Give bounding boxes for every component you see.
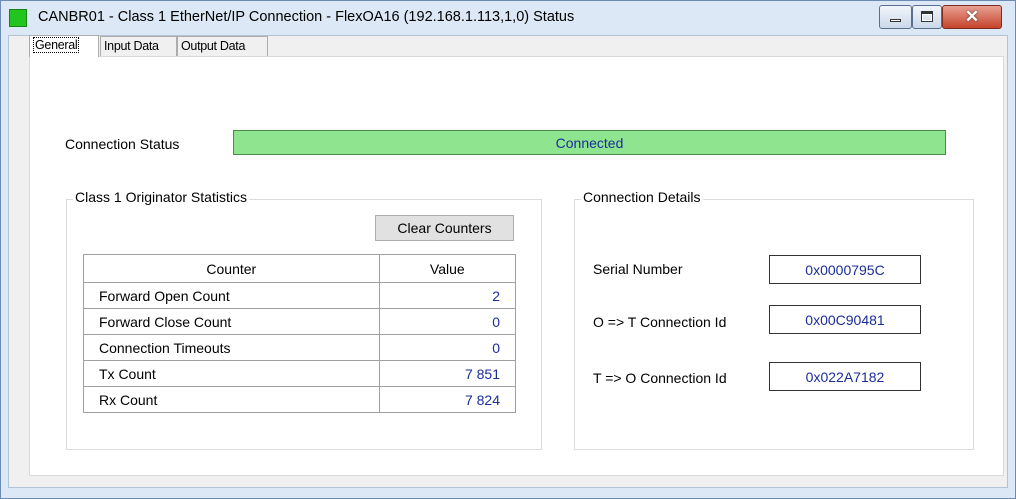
counter-name: Rx Count: [83, 386, 380, 413]
table-row: Tx Count 7 851: [83, 360, 517, 387]
tab-output-data[interactable]: Output Data: [177, 36, 268, 56]
counter-value: 7 824: [378, 386, 517, 413]
close-icon: ✕: [964, 7, 980, 26]
app-status-icon: [9, 9, 27, 27]
table-header-row: Counter Value: [83, 254, 517, 283]
o-to-t-connection-id-value: 0x00C90481: [769, 305, 921, 334]
t-to-o-connection-id-label: T => O Connection Id: [593, 370, 727, 386]
maximize-icon: [921, 11, 933, 22]
connection-status-indicator: Connected: [233, 130, 946, 155]
table-row: Rx Count 7 824: [83, 386, 517, 413]
maximize-button[interactable]: [912, 5, 942, 29]
connection-details-title: Connection Details: [581, 189, 703, 205]
counter-name: Forward Open Count: [83, 282, 380, 309]
table-row: Forward Close Count 0: [83, 308, 517, 335]
connection-status-label: Connection Status: [65, 136, 180, 152]
serial-number-value: 0x0000795C: [769, 255, 921, 284]
title-bar[interactable]: CANBR01 - Class 1 EtherNet/IP Connection…: [1, 1, 1015, 35]
statistics-table: Counter Value Forward Open Count 2 Forwa…: [83, 254, 517, 413]
value-column-header: Value: [378, 254, 517, 283]
counter-value: 7 851: [378, 360, 517, 387]
tab-general[interactable]: General: [29, 35, 99, 57]
counter-value: 0: [378, 334, 517, 361]
counter-name: Forward Close Count: [83, 308, 380, 335]
window-title: CANBR01 - Class 1 EtherNet/IP Connection…: [38, 9, 575, 25]
counter-name: Connection Timeouts: [83, 334, 380, 361]
tab-input-data[interactable]: Input Data: [100, 36, 177, 56]
table-row: Connection Timeouts 0: [83, 334, 517, 361]
t-to-o-connection-id-value: 0x022A7182: [769, 362, 921, 391]
o-to-t-connection-id-label: O => T Connection Id: [593, 314, 727, 330]
serial-number-label: Serial Number: [593, 261, 683, 277]
table-row: Forward Open Count 2: [83, 282, 517, 309]
counter-value: 2: [378, 282, 517, 309]
counter-value: 0: [378, 308, 517, 335]
clear-counters-button[interactable]: Clear Counters: [375, 215, 514, 241]
close-button[interactable]: ✕: [942, 5, 1002, 29]
counter-name: Tx Count: [83, 360, 380, 387]
counter-column-header: Counter: [83, 254, 380, 283]
tab-general-label: General: [33, 37, 80, 53]
originator-statistics-title: Class 1 Originator Statistics: [73, 189, 249, 205]
minimize-button[interactable]: [879, 5, 912, 29]
minimize-icon: [890, 19, 901, 22]
